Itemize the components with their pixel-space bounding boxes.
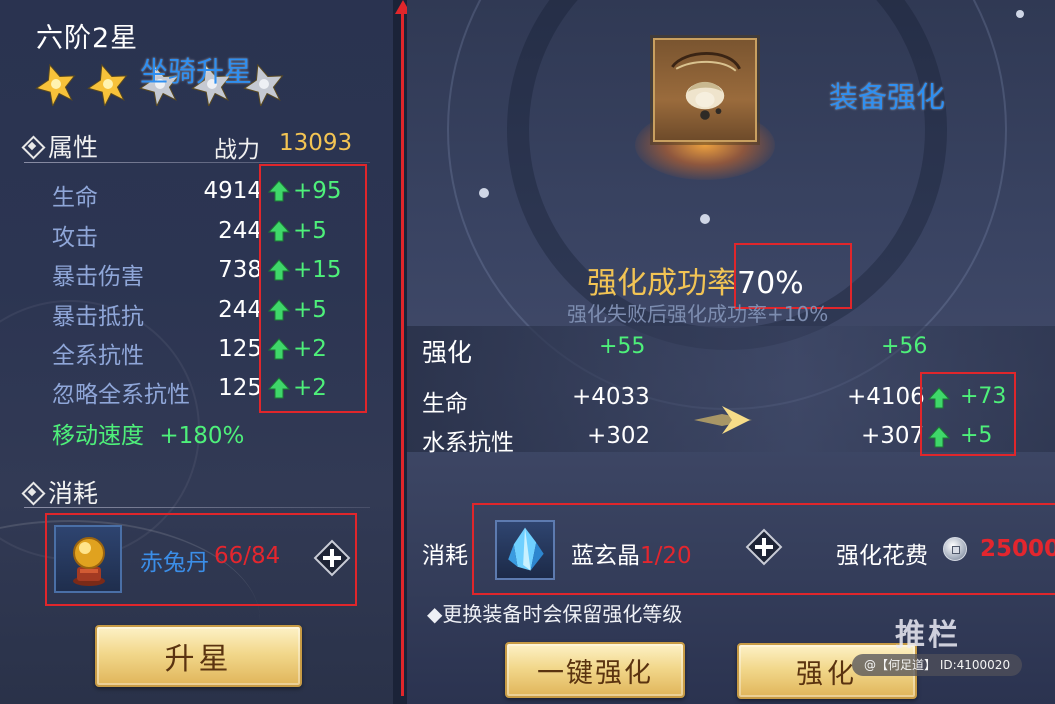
enhance-stat-name: 生命 [422, 391, 468, 417]
attribute-name: 全系抗性 [52, 343, 144, 369]
attributes-title: 属性 [48, 133, 99, 162]
attributes-heading: 属性 [22, 128, 98, 164]
enhance-level-next: +56 [881, 334, 928, 359]
highlight-box-stat-increase [920, 372, 1016, 456]
annotation-label-equipment-enhance: 装备强化 [829, 80, 946, 114]
add-material-button[interactable] [312, 538, 352, 578]
golden-orb-icon [73, 537, 105, 586]
equipment-slot[interactable] [653, 38, 757, 142]
attribute-name: 暴击伤害 [52, 264, 144, 290]
star-lit-icon [86, 62, 130, 108]
annotation-label-mount-upstar: 坐骑升星 [140, 55, 253, 88]
watermark-logo: 推栏 [895, 618, 961, 653]
enhance-stat-next: +4106 [847, 384, 925, 410]
watermark-tag: @【何足道】 ID:4100020 [852, 654, 1023, 676]
consume-heading: 消耗 [22, 474, 98, 510]
consume-title: 消耗 [48, 479, 99, 508]
enhance-title: 强化 [422, 338, 473, 367]
enhance-stat-name: 水系抗性 [422, 430, 514, 456]
enhance-stat-current: +302 [587, 423, 651, 449]
fail-note: 强化失败后强化成功率+10% [567, 302, 829, 326]
success-rate-label: 强化成功率 [587, 266, 737, 301]
attribute-name: 忽略全系抗性 [52, 382, 190, 408]
attribute-value: 125 [218, 336, 262, 362]
enhance-level-current: +55 [599, 334, 646, 359]
move-speed-row: 移动速度 +180% [52, 416, 244, 450]
upstar-button[interactable]: 升星 [95, 625, 302, 687]
decor-dot [700, 214, 710, 224]
rank-title: 六阶2星 [36, 23, 139, 54]
attribute-name: 暴击抵抗 [52, 304, 144, 330]
power-label: 战力 [214, 137, 260, 163]
mount-upstar-panel: 六阶2星 坐骑升星 属性 战力 13093 生命 4914 +95 攻击 244 +5 暴击… [0, 0, 393, 704]
star-lit-icon [34, 62, 78, 108]
upgrade-arrow-icon [694, 406, 752, 434]
attribute-name: 生命 [52, 185, 98, 211]
consume-item-count: 66/84 [214, 543, 281, 569]
decor-dot [479, 188, 489, 198]
attribute-value: 4914 [203, 178, 262, 204]
highlight-box-attribute-increase [259, 164, 367, 413]
decor-dot [1016, 10, 1024, 18]
power-value: 13093 [279, 130, 353, 156]
keep-level-note: ◆更换装备时会保留强化等级 [427, 602, 683, 626]
enhance-stat-current: +4033 [572, 384, 650, 410]
diamond-bullet-icon [22, 136, 42, 156]
consume-divider [24, 507, 370, 508]
attribute-value: 738 [218, 257, 262, 283]
move-speed-label: 移动速度 [52, 423, 144, 449]
move-speed-value: +180% [159, 423, 245, 449]
consume-item-name: 赤兔丹 [140, 550, 209, 576]
highlight-box-enhance-cost [472, 503, 1055, 595]
attribute-value: 125 [218, 375, 262, 401]
consume-item-slot[interactable] [54, 525, 122, 593]
enhance-stat-next: +307 [861, 423, 925, 449]
divider-line [401, 8, 404, 696]
consume-label: 消耗 [422, 543, 468, 569]
equipment-enhance-panel: 装备强化 强化成功率70% 强化失败后强化成功率+10% 强化 +55 +56 … [407, 0, 1055, 704]
one-click-enhance-button[interactable]: 一键强化 [505, 642, 685, 698]
attribute-name: 攻击 [52, 225, 98, 251]
attributes-divider [24, 162, 370, 163]
game-screen: 六阶2星 坐骑升星 属性 战力 13093 生命 4914 +95 攻击 244 +5 暴击… [0, 0, 1055, 704]
attribute-value: 244 [218, 218, 262, 244]
attribute-value: 244 [218, 297, 262, 323]
necklace-icon [671, 52, 741, 120]
diamond-bullet-icon [22, 482, 42, 502]
